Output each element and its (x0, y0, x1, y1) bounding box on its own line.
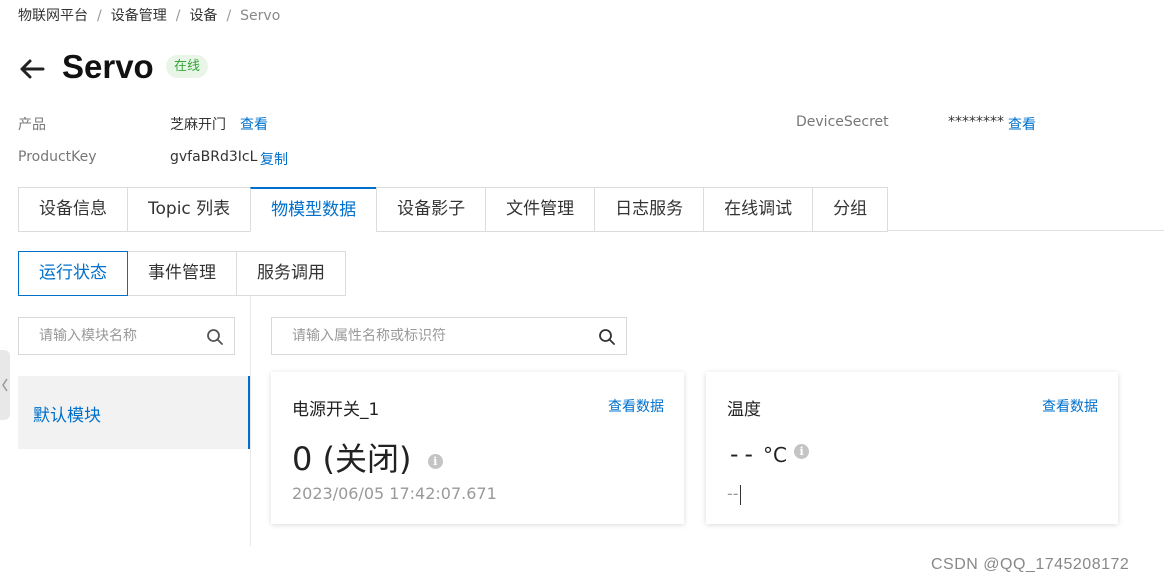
property-card-temperature: 温度 查看数据 -- °C i -- (706, 372, 1118, 524)
back-arrow-icon[interactable] (17, 54, 47, 84)
card-unit: °C (763, 443, 787, 467)
breadcrumb-item-iot-platform[interactable]: 物联网平台 (18, 8, 88, 24)
card-value: 0 (关闭) (292, 440, 412, 478)
search-icon[interactable] (598, 328, 616, 346)
subtab-service-invocation[interactable]: 服务调用 (236, 251, 346, 296)
devicesecret-view-link[interactable]: 查看 (1008, 114, 1036, 134)
product-label: 产品 (18, 117, 46, 133)
tab-file-management[interactable]: 文件管理 (485, 187, 595, 232)
productkey-copy-link[interactable]: 复制 (260, 149, 288, 169)
card-timestamp-text: -- (727, 484, 739, 503)
card-value-row: 0 (关闭) i (292, 434, 443, 480)
devicesecret-label: DeviceSecret (796, 114, 889, 130)
breadcrumb-separator: / (175, 8, 181, 24)
watermark: CSDN @QQ_1745208172 (931, 556, 1130, 573)
module-search (18, 317, 235, 355)
subtab-running-status[interactable]: 运行状态 (18, 251, 128, 296)
info-icon[interactable]: i (427, 453, 443, 469)
view-data-link[interactable]: 查看数据 (1042, 396, 1098, 416)
devicesecret-value: ******** (948, 114, 1004, 130)
collapse-handle[interactable] (0, 350, 10, 420)
tab-device-info[interactable]: 设备信息 (18, 187, 127, 232)
page-title: Servo (62, 48, 154, 85)
main-tabs: 设备信息 Topic 列表 物模型数据 设备影子 文件管理 日志服务 在线调试 … (18, 187, 889, 232)
card-title: 电源开关_1 (292, 400, 380, 420)
breadcrumb-separator: / (97, 8, 102, 24)
property-card-power-switch: 电源开关_1 查看数据 0 (关闭) i 2023/06/05 17:42:07… (271, 372, 684, 524)
product-value: 芝麻开门 (170, 117, 226, 133)
property-search (271, 317, 627, 355)
search-icon[interactable] (206, 328, 224, 346)
breadcrumb-item-device-management[interactable]: 设备管理 (111, 8, 167, 24)
module-item-default[interactable]: 默认模块 (18, 376, 250, 449)
productkey-label: ProductKey (18, 149, 97, 165)
tab-topic-list[interactable]: Topic 列表 (127, 187, 251, 232)
property-search-input[interactable] (272, 318, 576, 354)
module-panel-divider (250, 296, 251, 546)
status-badge: 在线 (166, 55, 209, 78)
module-search-input[interactable] (19, 318, 211, 354)
card-timestamp: 2023/06/05 17:42:07.671 (292, 484, 497, 503)
card-value: -- (727, 440, 756, 468)
tab-log-service[interactable]: 日志服务 (594, 187, 704, 232)
view-data-link[interactable]: 查看数据 (608, 396, 664, 416)
info-icon[interactable]: i (794, 444, 810, 459)
breadcrumb-item-devices[interactable]: 设备 (189, 8, 217, 24)
sub-tabs: 运行状态 事件管理 服务调用 (18, 251, 346, 296)
breadcrumb-separator: / (226, 8, 232, 24)
tab-thing-model-data[interactable]: 物模型数据 (250, 187, 377, 232)
subtab-event-management[interactable]: 事件管理 (127, 251, 237, 296)
product-view-link[interactable]: 查看 (240, 114, 268, 134)
text-cursor (739, 484, 741, 505)
card-timestamp: -- (727, 484, 741, 505)
breadcrumb: 物联网平台 / 设备管理 / 设备 / Servo (18, 5, 280, 25)
breadcrumb-item-current: Servo (240, 8, 281, 24)
card-value-row: -- °C i (727, 440, 810, 468)
card-title: 温度 (727, 400, 761, 420)
module-item-label: 默认模块 (33, 406, 101, 426)
tab-online-debug[interactable]: 在线调试 (703, 187, 813, 232)
productkey-value: gvfaBRd3IcL (170, 149, 258, 165)
tab-device-shadow[interactable]: 设备影子 (376, 187, 486, 232)
tab-group[interactable]: 分组 (812, 187, 889, 232)
